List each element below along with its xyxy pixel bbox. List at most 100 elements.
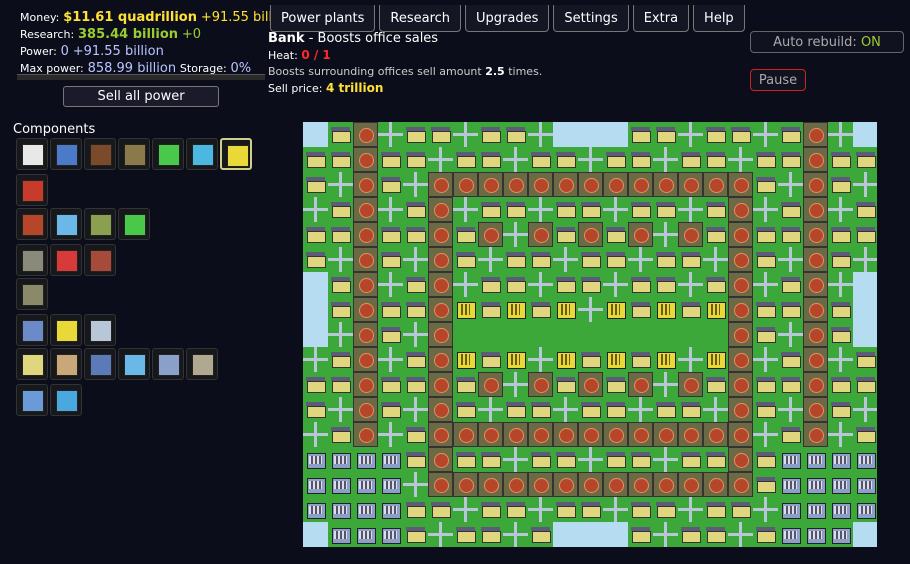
grid-cell-house[interactable]	[553, 447, 578, 472]
grid-cell-office[interactable]	[378, 522, 403, 547]
grid-cell-vent[interactable]	[728, 172, 753, 197]
grid-cell-vent[interactable]	[353, 147, 378, 172]
grid-cell-pipe[interactable]	[578, 147, 603, 172]
grid-cell-pipe[interactable]	[578, 297, 603, 322]
grid-cell-house[interactable]	[553, 372, 578, 397]
grid-cell-pipe[interactable]	[828, 272, 853, 297]
grid-cell-vent[interactable]	[503, 172, 528, 197]
grid-cell-house[interactable]	[653, 247, 678, 272]
component-vent[interactable]	[16, 208, 48, 240]
grid-cell-pipe[interactable]	[753, 347, 778, 372]
grid-cell-house[interactable]	[628, 497, 653, 522]
grid-cell-vent[interactable]	[353, 172, 378, 197]
component-wind-turbine[interactable]	[16, 138, 48, 170]
component-glass-office[interactable]	[16, 384, 48, 416]
grid-cell-house[interactable]	[403, 147, 428, 172]
grid-cell-house[interactable]	[378, 297, 403, 322]
grid-cell-house[interactable]	[703, 222, 728, 247]
grid-cell-house[interactable]	[328, 347, 353, 372]
grid-cell[interactable]	[478, 322, 503, 347]
grid-cell-office[interactable]	[303, 447, 328, 472]
grid-cell-water[interactable]	[553, 522, 578, 547]
grid-cell-house[interactable]	[428, 497, 453, 522]
grid-cell-pipe[interactable]	[778, 397, 803, 422]
grid-cell-house[interactable]	[528, 397, 553, 422]
grid-cell-bank[interactable]	[503, 297, 528, 322]
grid-cell-pipe[interactable]	[528, 197, 553, 222]
grid-cell[interactable]	[453, 322, 478, 347]
grid-cell-vent[interactable]	[653, 472, 678, 497]
grid-cell-pipe[interactable]	[328, 397, 353, 422]
tab-extra[interactable]: Extra	[632, 5, 690, 32]
component-fence[interactable]	[16, 314, 48, 346]
grid-cell-vent[interactable]	[803, 222, 828, 247]
grid-cell-house[interactable]	[828, 322, 853, 347]
grid-cell-house[interactable]	[403, 347, 428, 372]
grid-cell-pipe[interactable]	[553, 397, 578, 422]
grid-cell-house[interactable]	[853, 222, 877, 247]
grid-cell-pipe[interactable]	[503, 372, 528, 397]
grid-cell-house[interactable]	[628, 522, 653, 547]
grid-cell-vent[interactable]	[578, 422, 603, 447]
grid-cell-pipe[interactable]	[853, 172, 877, 197]
grid-cell-bank[interactable]	[453, 347, 478, 372]
grid-cell-house[interactable]	[828, 297, 853, 322]
grid-cell-vent[interactable]	[728, 372, 753, 397]
grid-cell-house[interactable]	[378, 247, 403, 272]
grid-cell-vent[interactable]	[728, 197, 753, 222]
grid-cell-office[interactable]	[353, 522, 378, 547]
grid-cell-pipe[interactable]	[753, 497, 778, 522]
grid-cell-vent[interactable]	[803, 297, 828, 322]
grid-cell-bank[interactable]	[553, 297, 578, 322]
grid-cell-house[interactable]	[753, 147, 778, 172]
grid-cell-water[interactable]	[853, 322, 877, 347]
grid-cell-house[interactable]	[753, 472, 778, 497]
grid-cell-vent[interactable]	[653, 172, 678, 197]
grid-cell-pipe[interactable]	[453, 197, 478, 222]
grid-cell-pipe[interactable]	[378, 347, 403, 372]
grid-cell-bank[interactable]	[453, 297, 478, 322]
grid-cell-house[interactable]	[653, 397, 678, 422]
grid-cell-vent[interactable]	[353, 222, 378, 247]
grid-cell-vent[interactable]	[478, 422, 503, 447]
grid-cell-vent[interactable]	[528, 472, 553, 497]
grid-cell-vent[interactable]	[678, 422, 703, 447]
grid-cell-pipe[interactable]	[828, 122, 853, 147]
grid-cell-office[interactable]	[828, 497, 853, 522]
grid-cell-pipe[interactable]	[328, 172, 353, 197]
grid-cell-pipe[interactable]	[828, 422, 853, 447]
grid-cell-vent[interactable]	[428, 297, 453, 322]
grid-cell-pipe[interactable]	[403, 172, 428, 197]
grid-cell-pipe[interactable]	[503, 222, 528, 247]
grid-cell-vent[interactable]	[478, 372, 503, 397]
grid-cell-bank[interactable]	[603, 347, 628, 372]
grid-cell-house[interactable]	[778, 272, 803, 297]
grid-cell-pipe[interactable]	[653, 522, 678, 547]
grid-cell-house[interactable]	[828, 372, 853, 397]
grid-cell-pipe[interactable]	[428, 147, 453, 172]
grid-cell-vent[interactable]	[428, 197, 453, 222]
grid-cell-house[interactable]	[328, 122, 353, 147]
grid-cell-house[interactable]	[578, 247, 603, 272]
grid-cell-house[interactable]	[453, 397, 478, 422]
grid-cell-house[interactable]	[453, 222, 478, 247]
grid-cell-pipe[interactable]	[778, 247, 803, 272]
grid-cell-vent[interactable]	[503, 472, 528, 497]
grid-cell-office[interactable]	[328, 522, 353, 547]
grid-cell-house[interactable]	[778, 422, 803, 447]
grid-cell-house[interactable]	[678, 147, 703, 172]
grid-cell-pipe[interactable]	[703, 247, 728, 272]
grid-cell-pipe[interactable]	[603, 197, 628, 222]
grid-cell-pipe[interactable]	[378, 197, 403, 222]
grid-cell-vent[interactable]	[803, 147, 828, 172]
grid-cell-house[interactable]	[703, 447, 728, 472]
grid-cell-pipe[interactable]	[378, 272, 403, 297]
grid-cell-vent[interactable]	[528, 222, 553, 247]
tab-settings[interactable]: Settings	[553, 5, 629, 32]
grid-cell-house[interactable]	[753, 297, 778, 322]
grid-cell-house[interactable]	[403, 297, 428, 322]
grid-cell-pipe[interactable]	[453, 272, 478, 297]
grid-cell-house[interactable]	[703, 522, 728, 547]
auto-rebuild-toggle[interactable]: Auto rebuild: ON	[750, 31, 904, 53]
grid-cell-house[interactable]	[453, 447, 478, 472]
